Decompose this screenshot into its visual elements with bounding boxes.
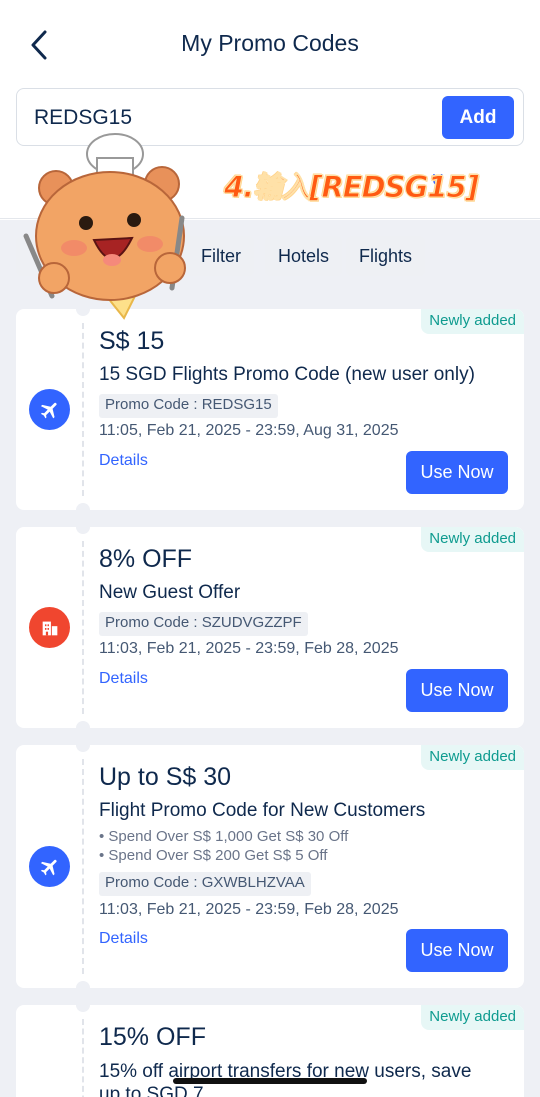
card-notch [76,745,90,752]
flights-chip-label: Flights [359,245,413,266]
use-now-button[interactable]: Use Now [406,669,508,712]
promo-code-tag: Promo Code : REDSG15 [99,394,278,418]
promo-amount: Up to S$ 30 [99,763,232,791]
newly-added-badge: Newly added [421,745,524,770]
airplane-icon [29,389,70,430]
promo-code-tag: Promo Code : SZUDVGZZPF [99,612,308,636]
promo-card: Newly added Up to S$ 30 Flight Promo Cod… [16,745,524,988]
card-divider [82,1019,84,1097]
tutorial-annotation: 4.输入[REDSG15] [224,170,480,205]
promo-title: New Guest Offer [99,582,241,603]
card-notch [76,503,90,510]
promo-code-tag: Promo Code : GXWBLHZVAA [99,872,311,896]
use-now-button[interactable]: Use Now [406,929,508,972]
validity-period: 11:05, Feb 21, 2025 - 23:59, Aug 31, 202… [99,422,399,439]
card-divider [82,323,84,496]
hotel-building-icon [29,607,70,648]
home-indicator [173,1078,367,1084]
details-link[interactable]: Details [99,930,148,948]
validity-period: 11:03, Feb 21, 2025 - 23:59, Feb 28, 202… [99,640,399,657]
card-divider [82,759,84,974]
flights-chip[interactable]: Flights [346,236,426,276]
hotels-chip[interactable]: Hotels [265,236,343,276]
card-notch [76,1005,90,1012]
bear-chef-mascot-icon [23,133,186,320]
card-notch [76,527,90,534]
promo-amount: S$ 15 [99,327,165,355]
use-now-button[interactable]: Use Now [406,451,508,494]
promo-title: 15 SGD Flights Promo Code (new user only… [99,364,475,385]
details-link[interactable]: Details [99,452,148,470]
page-title: My Promo Codes [181,30,359,56]
promo-title: Flight Promo Code for New Customers [99,800,426,821]
validity-period: 11:03, Feb 21, 2025 - 23:59, Feb 28, 202… [99,901,399,918]
newly-added-badge: Newly added [421,527,524,552]
promo-title-line2: up to SGD 7 [99,1084,204,1097]
airplane-icon [29,846,70,887]
newly-added-badge: Newly added [421,309,524,334]
add-button[interactable]: Add [442,96,514,139]
card-notch [76,981,90,988]
card-divider [82,541,84,714]
promo-card: Newly added S$ 15 15 SGD Flights Promo C… [16,309,524,510]
hotels-chip-label: Hotels [278,245,330,266]
details-link[interactable]: Details [99,670,148,688]
filter-chip-label: Filter [201,245,241,266]
promo-amount: 8% OFF [99,545,193,573]
card-notch [76,721,90,728]
promo-condition: • Spend Over S$ 1,000 Get S$ 30 Off [99,828,349,845]
promo-amount: 15% OFF [99,1023,206,1051]
promo-condition: • Spend Over S$ 200 Get S$ 5 Off [99,847,328,864]
newly-added-badge: Newly added [421,1005,524,1030]
promo-card: Newly added 8% OFF New Guest Offer Promo… [16,527,524,728]
